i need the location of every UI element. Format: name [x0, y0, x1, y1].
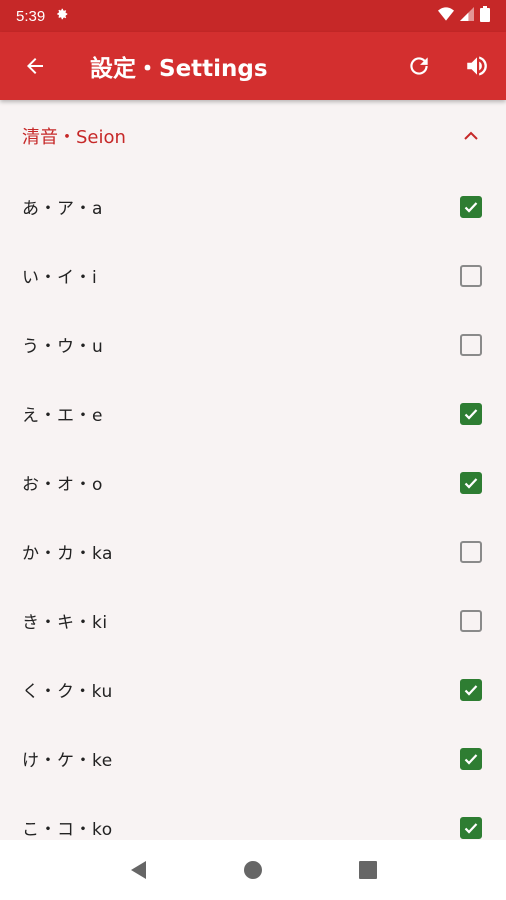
list-item-label: う・ウ・u	[22, 337, 104, 357]
check-icon	[464, 408, 478, 420]
refresh-icon	[410, 57, 428, 75]
checkbox[interactable]	[460, 540, 482, 563]
page-title: 設定・Settings	[90, 56, 268, 82]
app-bar: 設定・Settings	[0, 32, 506, 100]
volume-button[interactable]	[448, 32, 506, 100]
list-item[interactable]: う・ウ・u	[0, 310, 506, 379]
check-icon	[464, 477, 478, 489]
gear-icon	[55, 7, 69, 25]
back-button[interactable]	[0, 32, 70, 100]
status-time: 5:39	[16, 7, 46, 25]
list-item[interactable]: あ・ア・a	[0, 172, 506, 241]
section-title: 清音・Seion	[22, 127, 126, 148]
checkbox[interactable]	[460, 816, 482, 839]
status-bar: 5:39	[0, 0, 506, 32]
signal-icon	[460, 7, 474, 25]
list-item[interactable]: け・ケ・ke	[0, 724, 506, 793]
circle-home-icon	[243, 861, 262, 879]
list-item-label: こ・コ・ko	[22, 820, 113, 840]
volume-icon	[467, 56, 487, 76]
square-recents-icon	[359, 861, 378, 879]
check-icon	[464, 201, 478, 213]
chevron-up-icon[interactable]	[462, 126, 480, 147]
check-icon	[464, 753, 478, 765]
arrow-back-icon	[27, 58, 43, 74]
checkbox[interactable]	[460, 264, 482, 287]
list-item[interactable]: お・オ・o	[0, 448, 506, 517]
checkbox[interactable]	[460, 471, 482, 494]
checkbox[interactable]	[460, 195, 482, 218]
list-item-label: い・イ・i	[22, 268, 98, 288]
list-item[interactable]: え・エ・e	[0, 379, 506, 448]
check-icon	[464, 822, 478, 834]
list-item[interactable]: く・ク・ku	[0, 655, 506, 724]
triangle-back-icon	[130, 861, 146, 879]
system-nav-bar	[0, 840, 506, 900]
list-item-label: あ・ア・a	[22, 199, 103, 219]
checkbox[interactable]	[460, 402, 482, 425]
check-icon	[464, 684, 478, 696]
list-item[interactable]: い・イ・i	[0, 241, 506, 310]
list-item-label: け・ケ・ke	[22, 751, 113, 771]
list-item[interactable]: か・カ・ka	[0, 517, 506, 586]
battery-icon	[480, 6, 490, 26]
settings-list: 清音・Seion あ・ア・a い・イ・i う・ウ・u え・エ・e お・オ・o か・カ・ka…	[0, 100, 506, 840]
list-item[interactable]: こ・コ・ko	[0, 793, 506, 840]
checkbox[interactable]	[460, 609, 482, 632]
section-header-seion[interactable]: 清音・Seion	[0, 100, 506, 172]
checkbox[interactable]	[460, 678, 482, 701]
nav-home-button[interactable]	[233, 850, 273, 890]
checkbox[interactable]	[460, 747, 482, 770]
nav-recents-button[interactable]	[348, 850, 388, 890]
list-item-label: く・ク・ku	[22, 682, 113, 702]
nav-back-button[interactable]	[118, 850, 158, 890]
wifi-icon	[438, 7, 454, 25]
list-item-label: え・エ・e	[22, 406, 103, 426]
list-item[interactable]: き・キ・ki	[0, 586, 506, 655]
list-item-label: お・オ・o	[22, 475, 103, 495]
list-item-label: き・キ・ki	[22, 613, 108, 633]
refresh-button[interactable]	[390, 32, 448, 100]
checkbox[interactable]	[460, 333, 482, 356]
list-item-label: か・カ・ka	[22, 544, 113, 564]
